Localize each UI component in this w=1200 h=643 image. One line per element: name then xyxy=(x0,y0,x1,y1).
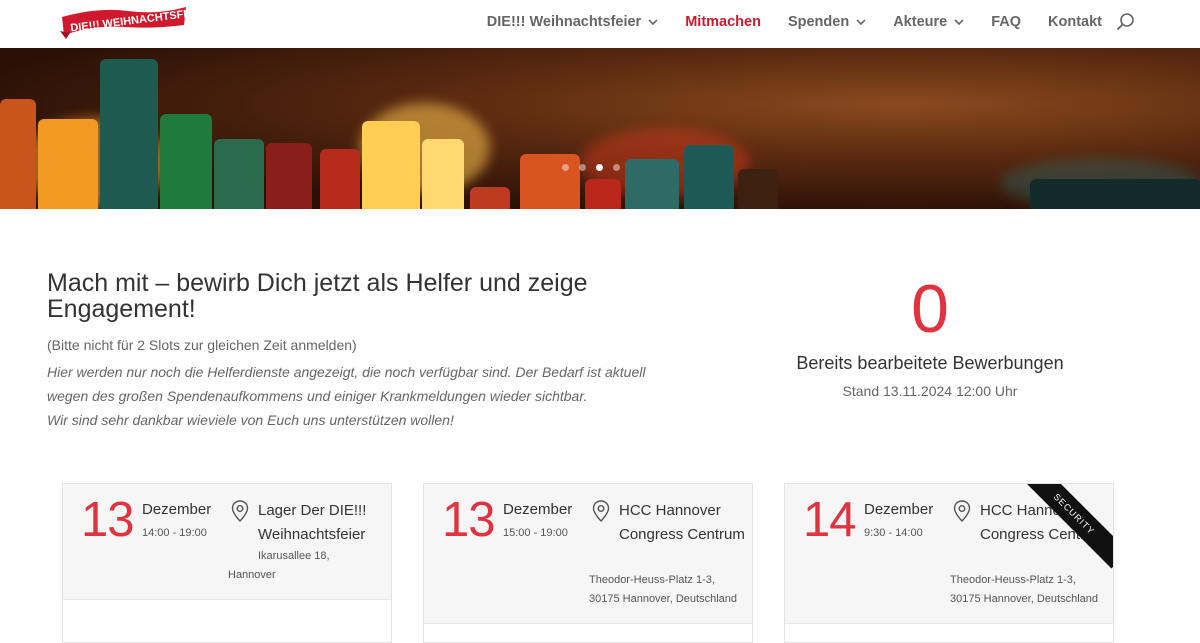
slider-dot[interactable] xyxy=(579,164,586,171)
event-day: 14 xyxy=(803,493,857,547)
counter-date: Stand 13.11.2024 12:00 Uhr xyxy=(842,383,1018,399)
nav-label: FAQ xyxy=(991,14,1022,30)
event-day: 13 xyxy=(442,493,496,547)
event-month: Dezember xyxy=(503,501,573,518)
nav-label: DIE!!! Weihnachtsfeier xyxy=(486,14,642,30)
location-pin-icon xyxy=(592,500,610,522)
nav-item-akteure[interactable]: Akteure xyxy=(893,14,964,30)
search-icon[interactable] xyxy=(1116,12,1136,32)
nav-item-spenden[interactable]: Spenden xyxy=(788,14,866,30)
event-address-line: Theodor-Heuss-Platz 1-3, xyxy=(950,574,1076,586)
candle xyxy=(422,139,464,209)
event-time: 9:30 - 14:00 xyxy=(864,527,923,539)
candle xyxy=(214,139,264,209)
candle xyxy=(585,179,621,209)
nav-label: Akteure xyxy=(893,14,948,30)
event-day: 13 xyxy=(81,493,135,547)
intro-line: wegen des großen Spendenaufkommens und e… xyxy=(47,388,588,404)
counter-label: Bereits bearbeitete Bewerbungen xyxy=(796,353,1064,373)
event-card[interactable]: 13 Dezember 14:00 - 19:00 Lager Der DIE!… xyxy=(62,483,392,643)
chevron-down-icon xyxy=(648,19,658,26)
site-header: DIE!!! WEIHNACHTSFEIER für Wohnungslose … xyxy=(0,0,1200,48)
candle xyxy=(0,99,36,209)
slider-dot[interactable] xyxy=(613,164,620,171)
candle xyxy=(738,169,778,209)
event-venue: Lager Der DIE!!! Weihnachtsfeier xyxy=(258,502,367,543)
event-card-header: 13 Dezember 15:00 - 19:00 HCC Hannover C… xyxy=(424,484,752,624)
applications-counter: 0 Bereits bearbeitete Bewerbungen Stand … xyxy=(760,270,1100,399)
event-card[interactable]: 14 Dezember 9:30 - 14:00 HCC Hannover Co… xyxy=(784,483,1114,643)
event-address-line: 30175 Hannover, Deutschland xyxy=(950,593,1098,605)
candle xyxy=(160,114,212,209)
event-month: Dezember xyxy=(142,501,212,518)
counter-value: 0 xyxy=(911,271,949,347)
nav-item-weihnachtsfeier[interactable]: DIE!!! Weihnachtsfeier xyxy=(487,14,658,30)
candle xyxy=(38,119,98,209)
nav-label: Kontakt xyxy=(1048,14,1102,30)
candle xyxy=(470,187,510,209)
candle xyxy=(266,143,312,209)
candle xyxy=(520,154,580,209)
event-address-line: Ikarusallee 18, xyxy=(258,550,330,562)
location-pin-icon xyxy=(231,500,249,522)
intro-line: Hier werden nur noch die Helferdienste a… xyxy=(47,364,646,380)
chevron-down-icon xyxy=(954,19,964,26)
nav-item-mitmachen[interactable]: Mitmachen xyxy=(685,14,761,30)
intro-note: (Bitte nicht für 2 Slots zur gleichen Ze… xyxy=(47,337,357,353)
chevron-down-icon xyxy=(856,19,866,26)
event-address-line: 30175 Hannover, Deutschland xyxy=(589,593,737,605)
event-address-line: Theodor-Heuss-Platz 1-3, xyxy=(589,574,715,586)
event-time: 15:00 - 19:00 xyxy=(503,527,568,539)
candle xyxy=(625,159,679,209)
candle xyxy=(362,121,420,209)
nav-item-faq[interactable]: FAQ xyxy=(991,14,1021,30)
slider-dot-active[interactable] xyxy=(596,164,603,171)
intro-line: Wir sind sehr dankbar wieviele von Euch … xyxy=(47,412,454,428)
event-card-header: 13 Dezember 14:00 - 19:00 Lager Der DIE!… xyxy=(63,484,391,600)
intro-text: Hier werden nur noch die Helferdienste a… xyxy=(47,360,687,432)
hero-slider[interactable] xyxy=(0,48,1200,209)
main-navigation: DIE!!! Weihnachtsfeier Mitmachen Spenden… xyxy=(460,0,1136,44)
event-venue: HCC Hannover Congress Centrum xyxy=(619,502,745,543)
nav-label: Mitmachen xyxy=(685,14,761,30)
event-address-line: Hannover xyxy=(228,569,276,581)
slider-dots xyxy=(562,164,630,171)
nav-item-kontakt[interactable]: Kontakt xyxy=(1048,14,1102,30)
candle xyxy=(100,59,158,209)
location-pin-icon xyxy=(953,500,971,522)
candle xyxy=(684,145,734,209)
event-month: Dezember xyxy=(864,501,934,518)
event-card[interactable]: 13 Dezember 15:00 - 19:00 HCC Hannover C… xyxy=(423,483,753,643)
candle xyxy=(1030,179,1200,209)
nav-label: Spenden xyxy=(787,14,850,30)
site-logo[interactable]: DIE!!! WEIHNACHTSFEIER für Wohnungslose … xyxy=(58,3,190,41)
event-time: 14:00 - 19:00 xyxy=(142,527,207,539)
slider-dot[interactable] xyxy=(562,164,569,171)
page-title: Mach mit – bewirb Dich jetzt als Helfer … xyxy=(47,269,588,323)
candle xyxy=(320,149,360,209)
